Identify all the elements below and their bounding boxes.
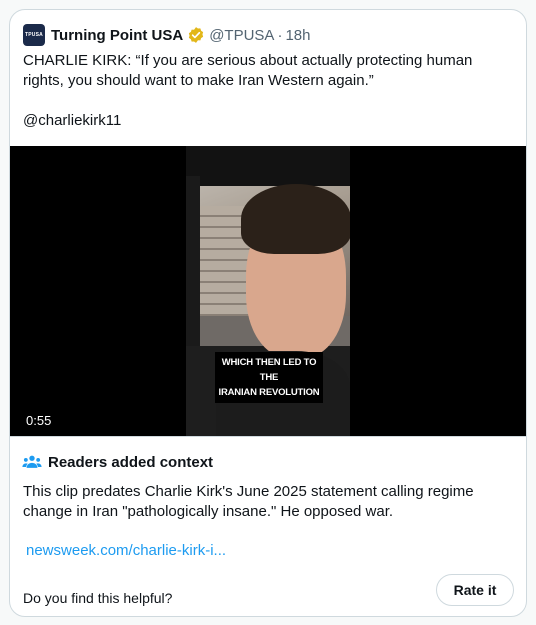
avatar[interactable]: TPUSA — [23, 24, 45, 46]
post-quote: CHARLIE KIRK: “If you are serious about … — [23, 52, 473, 89]
note-body: This clip predates Charlie Kirk's June 2… — [23, 483, 474, 520]
post-text: CHARLIE KIRK: “If you are serious about … — [23, 51, 513, 151]
post-mention[interactable]: @charliekirk11 — [23, 111, 513, 131]
readers-people-icon — [22, 455, 42, 468]
rate-it-button[interactable]: Rate it — [436, 574, 514, 606]
timestamp[interactable]: 18h — [285, 27, 310, 44]
post-card[interactable]: TPUSA Turning Point USA @TPUSA · 18h CHA… — [9, 9, 527, 617]
verified-badge-icon — [189, 27, 204, 43]
separator-dot: · — [277, 26, 283, 44]
note-source-link[interactable]: newsweek.com/charlie-kirk-i... — [26, 542, 226, 559]
video-player[interactable]: WHICH THEN LED TO THE IRANIAN REVOLUTION… — [10, 146, 526, 436]
helpful-question: Do you find this helpful? — [23, 590, 173, 606]
note-title: Readers added context — [48, 453, 214, 471]
video-duration: 0:55 — [22, 411, 56, 430]
video-frame: WHICH THEN LED TO THE IRANIAN REVOLUTION — [186, 146, 350, 436]
video-caption: WHICH THEN LED TO THE IRANIAN REVOLUTION — [215, 352, 323, 403]
display-name[interactable]: Turning Point USA — [51, 27, 183, 44]
caption-line-1: WHICH THEN LED TO THE — [221, 357, 317, 383]
handle[interactable]: @TPUSA — [209, 27, 274, 44]
avatar-logo-text: TPUSA — [25, 32, 43, 38]
community-note: Readers added context This clip predates… — [10, 436, 526, 616]
caption-line-2: IRANIAN REVOLUTION — [218, 387, 320, 398]
post-header: TPUSA Turning Point USA @TPUSA · 18h — [23, 24, 310, 46]
note-header: Readers added context — [22, 452, 213, 472]
